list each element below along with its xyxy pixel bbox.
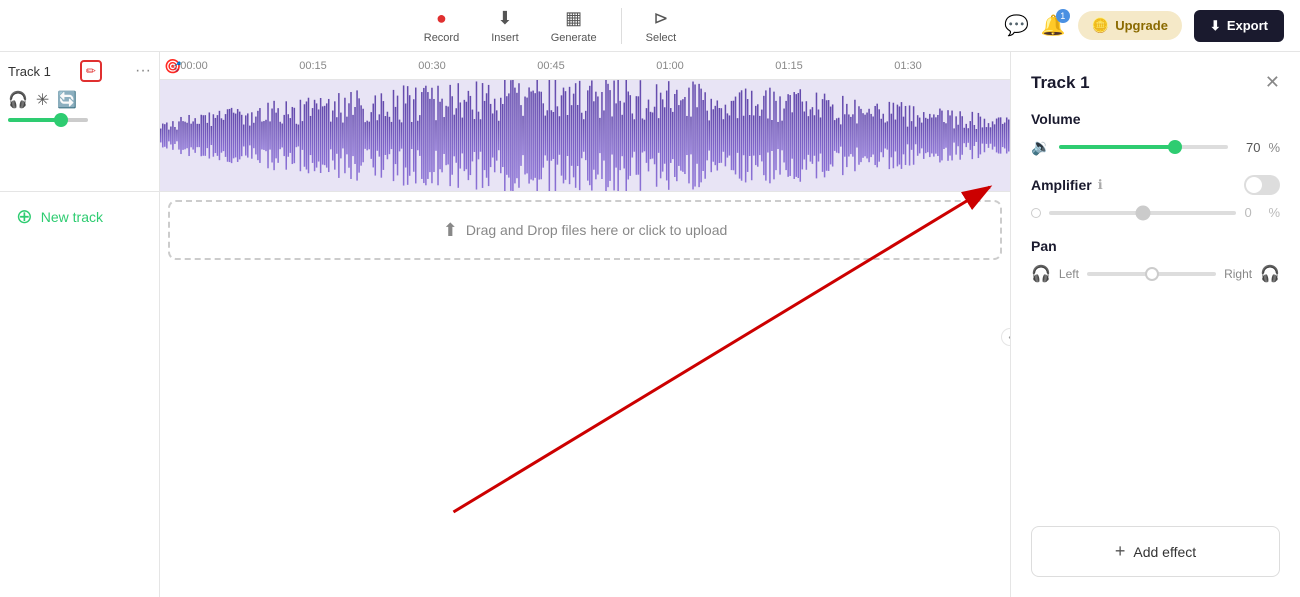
export-icon: ⬇ bbox=[1210, 18, 1221, 34]
toolbar-center: ● Record ⬇ Insert ▦ Generate ⊳ Select bbox=[412, 4, 688, 48]
record-icon: ● bbox=[436, 8, 447, 29]
volume-pct: % bbox=[1268, 140, 1280, 155]
track-volume-slider[interactable] bbox=[8, 118, 88, 122]
select-label: Select bbox=[646, 32, 677, 44]
insert-label: Insert bbox=[491, 32, 519, 44]
waveform-svg bbox=[160, 80, 1010, 191]
amp-dot bbox=[1031, 208, 1041, 218]
pan-row: 🎧 Left Right 🎧 bbox=[1031, 264, 1280, 284]
panel-volume-slider[interactable] bbox=[1059, 145, 1229, 149]
insert-icon: ⬇ bbox=[497, 8, 512, 29]
amplifier-slider bbox=[1049, 211, 1236, 215]
amplifier-value: 0 bbox=[1244, 205, 1260, 220]
ruler-mark-2: 00:30 bbox=[418, 60, 446, 72]
volume-icon: 🔉 bbox=[1031, 137, 1051, 157]
ruler-mark-4: 01:00 bbox=[656, 60, 684, 72]
track-header: Track 1 ✏ ··· 🎧 ✳ 🔄 bbox=[0, 52, 159, 192]
pan-section: Pan 🎧 Left Right 🎧 bbox=[1031, 238, 1280, 284]
amplifier-section: Amplifier ℹ 0 % bbox=[1031, 175, 1280, 220]
track-more-button[interactable]: ··· bbox=[135, 62, 151, 80]
generate-button[interactable]: ▦ Generate bbox=[539, 4, 609, 48]
volume-section-label: Volume bbox=[1031, 111, 1280, 127]
ruler-mark-5: 01:15 bbox=[775, 60, 803, 72]
upgrade-icon: 🪙 bbox=[1092, 17, 1109, 34]
add-effect-label: Add effect bbox=[1133, 544, 1196, 560]
toolbar: ● Record ⬇ Insert ▦ Generate ⊳ Select 💬 … bbox=[0, 0, 1300, 52]
snap-icon[interactable]: 🎯 bbox=[164, 58, 181, 75]
volume-value: 70 bbox=[1236, 140, 1260, 155]
asterisk-icon[interactable]: ✳ bbox=[36, 90, 49, 110]
track-panel: Track 1 ✏ ··· 🎧 ✳ 🔄 ⊕ New track bbox=[0, 52, 160, 597]
close-button[interactable]: ✕ bbox=[1265, 72, 1280, 93]
toolbar-divider bbox=[621, 8, 622, 44]
drop-zone-text: Drag and Drop files here or click to upl… bbox=[466, 222, 727, 238]
new-track-button[interactable]: ⊕ New track bbox=[0, 192, 159, 241]
new-track-plus-icon: ⊕ bbox=[16, 204, 33, 229]
chat-icon[interactable]: 💬 bbox=[1004, 13, 1029, 38]
amplifier-toggle[interactable] bbox=[1244, 175, 1280, 195]
record-label: Record bbox=[424, 32, 459, 44]
bell-count: 1 bbox=[1060, 11, 1065, 21]
headphone-icon[interactable]: 🎧 bbox=[8, 90, 28, 110]
volume-row: 🔉 70 % bbox=[1031, 137, 1280, 157]
timeline-area: 🎯 00:00 00:15 00:30 00:45 01:00 01:15 01… bbox=[160, 52, 1010, 597]
generate-icon: ▦ bbox=[565, 8, 582, 29]
right-panel: Track 1 ✕ Volume 🔉 70 % Amplifier ℹ bbox=[1010, 52, 1300, 597]
ruler-mark-1: 00:15 bbox=[299, 60, 327, 72]
waveform-track[interactable] bbox=[160, 80, 1010, 192]
track-edit-button[interactable]: ✏ bbox=[80, 60, 102, 82]
pan-left-icon: 🎧 bbox=[1031, 264, 1051, 284]
volume-section: Volume 🔉 70 % bbox=[1031, 111, 1280, 157]
amplifier-label: Amplifier bbox=[1031, 177, 1092, 193]
ruler-mark-0: 00:00 bbox=[180, 60, 208, 72]
pan-right-icon: 🎧 bbox=[1260, 264, 1280, 284]
track-name: Track 1 bbox=[8, 64, 51, 79]
bell-wrapper[interactable]: 🔔 1 bbox=[1041, 13, 1066, 38]
volume-slider-row bbox=[8, 118, 151, 122]
generate-label: Generate bbox=[551, 32, 597, 44]
insert-button[interactable]: ⬇ Insert bbox=[479, 4, 531, 48]
track-name-row: Track 1 ✏ ··· bbox=[8, 60, 151, 82]
record-button[interactable]: ● Record bbox=[412, 4, 471, 48]
add-effect-plus-icon: + bbox=[1115, 541, 1126, 562]
track-controls: 🎧 ✳ 🔄 bbox=[8, 90, 151, 110]
amplifier-pct: % bbox=[1268, 205, 1280, 220]
new-track-label: New track bbox=[41, 209, 103, 225]
loop-icon[interactable]: 🔄 bbox=[57, 90, 77, 110]
toolbar-right: 💬 🔔 1 🪙 Upgrade ⬇ Export bbox=[1004, 10, 1284, 42]
ruler-mark-6: 01:30 bbox=[894, 60, 922, 72]
export-button[interactable]: ⬇ Export bbox=[1194, 10, 1284, 42]
upgrade-label: Upgrade bbox=[1115, 18, 1168, 33]
amplifier-row: Amplifier ℹ bbox=[1031, 175, 1280, 195]
main-area: Track 1 ✏ ··· 🎧 ✳ 🔄 ⊕ New track 🎯 00:00 … bbox=[0, 52, 1300, 597]
pan-section-label: Pan bbox=[1031, 238, 1280, 254]
collapse-button[interactable]: ‹ bbox=[1001, 328, 1010, 346]
export-label: Export bbox=[1227, 18, 1268, 33]
select-button[interactable]: ⊳ Select bbox=[634, 4, 689, 48]
panel-header: Track 1 ✕ bbox=[1031, 72, 1280, 93]
panel-title: Track 1 bbox=[1031, 73, 1090, 93]
pan-slider[interactable] bbox=[1087, 272, 1216, 276]
amplifier-slider-row: 0 % bbox=[1031, 205, 1280, 220]
toggle-thumb bbox=[1246, 177, 1262, 193]
pan-right-label: Right bbox=[1224, 267, 1252, 281]
upgrade-button[interactable]: 🪙 Upgrade bbox=[1078, 11, 1182, 40]
add-effect-button[interactable]: + Add effect bbox=[1031, 526, 1280, 577]
timeline-ruler: 🎯 00:00 00:15 00:30 00:45 01:00 01:15 01… bbox=[160, 52, 1010, 80]
pan-left-label: Left bbox=[1059, 267, 1079, 281]
select-icon: ⊳ bbox=[653, 8, 668, 29]
drop-zone[interactable]: ⬆ Drag and Drop files here or click to u… bbox=[168, 200, 1002, 260]
info-icon[interactable]: ℹ bbox=[1098, 177, 1103, 193]
ruler-mark-3: 00:45 bbox=[537, 60, 565, 72]
bell-badge: 1 bbox=[1056, 9, 1070, 23]
upload-icon: ⬆ bbox=[443, 220, 458, 241]
amplifier-label-row: Amplifier ℹ bbox=[1031, 177, 1103, 193]
